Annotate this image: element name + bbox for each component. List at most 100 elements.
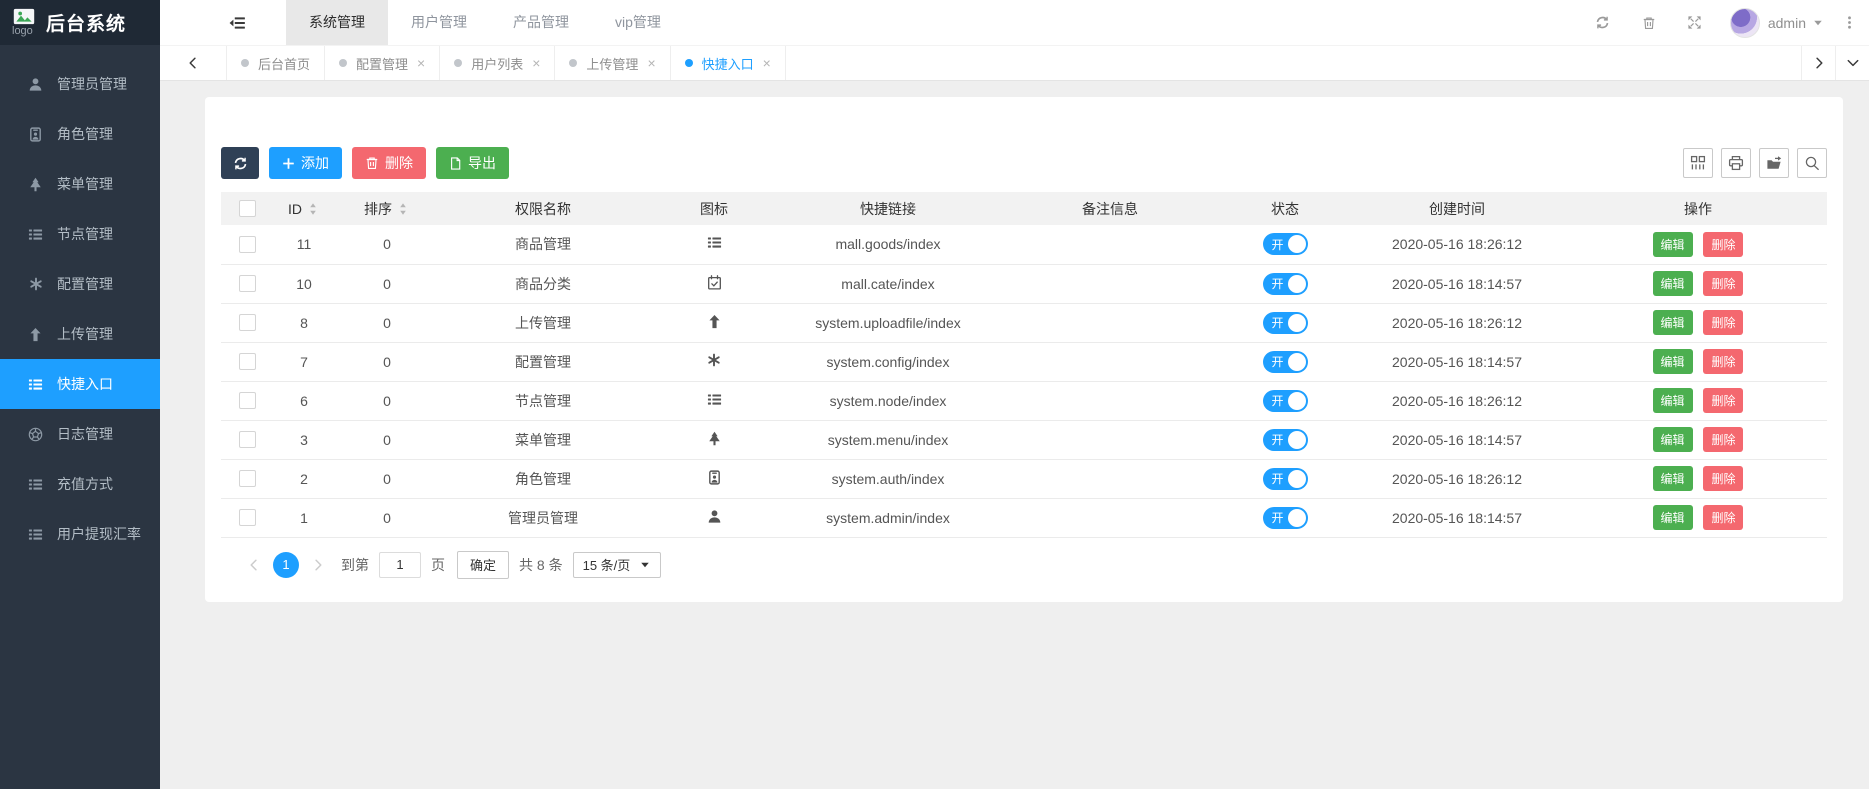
page-tab[interactable]: 用户列表 × xyxy=(439,46,554,80)
edit-button[interactable]: 编辑 xyxy=(1653,232,1693,257)
sort-icon[interactable] xyxy=(396,202,410,216)
current-page-button[interactable]: 1 xyxy=(273,552,299,578)
row-checkbox[interactable] xyxy=(239,353,256,370)
cell-sort: 0 xyxy=(335,264,439,303)
row-checkbox[interactable] xyxy=(239,275,256,292)
add-button[interactable]: 添加 xyxy=(269,147,342,179)
confirm-page-button[interactable]: 确定 xyxy=(457,551,509,579)
topnav-tab[interactable]: vip管理 xyxy=(592,0,684,45)
topnav-tab[interactable]: 产品管理 xyxy=(490,0,592,45)
username[interactable]: admin xyxy=(1768,15,1806,31)
goto-page-input[interactable] xyxy=(379,552,421,578)
sort-icon[interactable] xyxy=(306,202,320,216)
sidebar-item[interactable]: 日志管理 xyxy=(0,409,160,459)
user-avatar[interactable] xyxy=(1730,8,1760,38)
row-delete-button[interactable]: 删除 xyxy=(1703,505,1743,530)
sidebar-item[interactable]: 菜单管理 xyxy=(0,159,160,209)
status-toggle[interactable]: 开 xyxy=(1263,429,1308,451)
page-tab[interactable]: 后台首页 × xyxy=(226,46,324,80)
status-toggle[interactable]: 开 xyxy=(1263,468,1308,490)
row-checkbox[interactable] xyxy=(239,314,256,331)
delete-button[interactable]: 删除 xyxy=(352,147,426,179)
sidebar-item[interactable]: 节点管理 xyxy=(0,209,160,259)
cell-created-time: 2020-05-16 18:26:12 xyxy=(1345,459,1569,498)
trash-icon xyxy=(365,156,379,170)
row-delete-button[interactable]: 删除 xyxy=(1703,466,1743,491)
topnav-tab[interactable]: 用户管理 xyxy=(388,0,490,45)
edit-button[interactable]: 编辑 xyxy=(1653,388,1693,413)
status-toggle[interactable]: 开 xyxy=(1263,233,1308,255)
more-menu-icon[interactable] xyxy=(1842,15,1857,30)
edit-button[interactable]: 编辑 xyxy=(1653,466,1693,491)
tab-close-icon[interactable]: × xyxy=(763,55,771,71)
page-tab[interactable]: 配置管理 × xyxy=(324,46,439,80)
tabs-scroll-left-icon[interactable] xyxy=(160,46,226,80)
tab-label: 上传管理 xyxy=(586,54,638,73)
toggle-knob xyxy=(1288,431,1306,449)
tabs-menu-icon[interactable] xyxy=(1835,46,1869,80)
permission-icon xyxy=(707,392,722,407)
logo-image: logo xyxy=(12,8,36,37)
status-toggle[interactable]: 开 xyxy=(1263,351,1308,373)
tabs-scroll-right-icon[interactable] xyxy=(1801,46,1835,80)
refresh-icon[interactable] xyxy=(1580,0,1626,45)
print-button[interactable] xyxy=(1721,148,1751,178)
export-button[interactable]: 导出 xyxy=(436,147,509,179)
cell-created-time: 2020-05-16 18:14:57 xyxy=(1345,420,1569,459)
topnav-tab[interactable]: 系统管理 xyxy=(286,0,388,45)
sidebar-item[interactable]: 快捷入口 xyxy=(0,359,160,409)
row-delete-button[interactable]: 删除 xyxy=(1703,349,1743,374)
cell-link: mall.goods/index xyxy=(781,225,995,264)
user-caret-down-icon[interactable] xyxy=(1812,17,1824,29)
page-size-select[interactable]: 15 条/页 xyxy=(573,552,662,578)
row-checkbox[interactable] xyxy=(239,431,256,448)
cell-created-time: 2020-05-16 18:26:12 xyxy=(1345,381,1569,420)
cell-link: mall.cate/index xyxy=(781,264,995,303)
export-data-button[interactable] xyxy=(1759,148,1789,178)
row-checkbox[interactable] xyxy=(239,470,256,487)
tab-close-icon[interactable]: × xyxy=(417,55,425,71)
page-tab[interactable]: 上传管理 × xyxy=(554,46,669,80)
edit-button[interactable]: 编辑 xyxy=(1653,271,1693,296)
edit-button[interactable]: 编辑 xyxy=(1653,349,1693,374)
edit-button[interactable]: 编辑 xyxy=(1653,427,1693,452)
refresh-button[interactable] xyxy=(221,147,259,179)
prev-page-icon[interactable] xyxy=(241,558,267,572)
tab-close-icon[interactable]: × xyxy=(647,55,655,71)
fullscreen-icon[interactable] xyxy=(1672,0,1718,45)
sidebar-item[interactable]: 充值方式 xyxy=(0,459,160,509)
select-all-checkbox[interactable] xyxy=(239,200,256,217)
edit-button[interactable]: 编辑 xyxy=(1653,505,1693,530)
row-delete-button[interactable]: 删除 xyxy=(1703,232,1743,257)
page-tab[interactable]: 快捷入口 × xyxy=(670,46,786,80)
row-delete-button[interactable]: 删除 xyxy=(1703,310,1743,335)
sidebar-item[interactable]: 管理员管理 xyxy=(0,59,160,109)
row-checkbox[interactable] xyxy=(239,509,256,526)
collapse-sidebar-icon[interactable] xyxy=(228,14,246,32)
sidebar-item[interactable]: 用户提现汇率 xyxy=(0,509,160,559)
search-button[interactable] xyxy=(1797,148,1827,178)
toggle-knob xyxy=(1288,392,1306,410)
toggle-columns-button[interactable] xyxy=(1683,148,1713,178)
permission-icon xyxy=(707,509,722,524)
status-toggle[interactable]: 开 xyxy=(1263,312,1308,334)
tab-close-icon[interactable]: × xyxy=(532,55,540,71)
select-caret-down-icon xyxy=(639,559,651,571)
data-table: ID 排序 权限名称 图标 快捷链接 备注信息 状态 创建时间 操作 xyxy=(221,192,1827,538)
status-toggle[interactable]: 开 xyxy=(1263,507,1308,529)
row-delete-button[interactable]: 删除 xyxy=(1703,427,1743,452)
cell-link: system.uploadfile/index xyxy=(781,303,995,342)
row-checkbox[interactable] xyxy=(239,392,256,409)
row-checkbox[interactable] xyxy=(239,236,256,253)
edit-button[interactable]: 编辑 xyxy=(1653,310,1693,335)
sidebar-item[interactable]: 配置管理 xyxy=(0,259,160,309)
sidebar-item[interactable]: 角色管理 xyxy=(0,109,160,159)
row-delete-button[interactable]: 删除 xyxy=(1703,271,1743,296)
sidebar-item[interactable]: 上传管理 xyxy=(0,309,160,359)
status-toggle[interactable]: 开 xyxy=(1263,390,1308,412)
row-delete-button[interactable]: 删除 xyxy=(1703,388,1743,413)
cell-created-time: 2020-05-16 18:26:12 xyxy=(1345,225,1569,264)
status-toggle[interactable]: 开 xyxy=(1263,273,1308,295)
clear-cache-trash-icon[interactable] xyxy=(1626,0,1672,45)
next-page-icon[interactable] xyxy=(305,558,331,572)
